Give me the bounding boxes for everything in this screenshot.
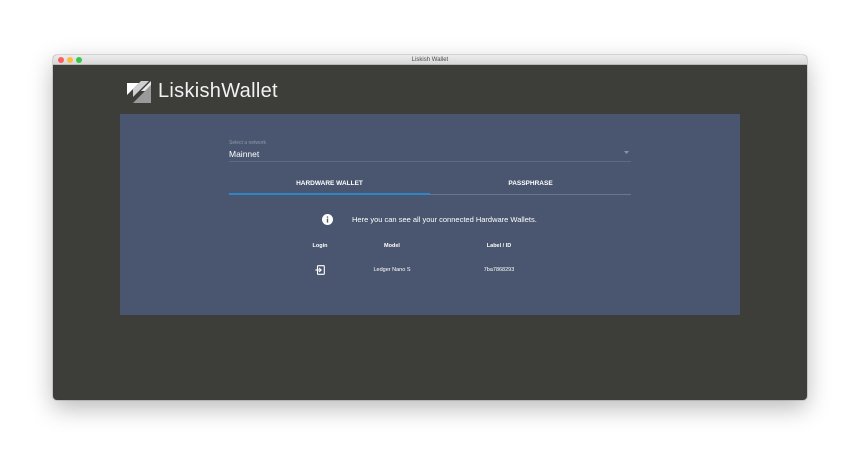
app-logo: LiskishWallet: [125, 77, 295, 105]
login-panel: Select a network Mainnet HARDWARE WALLET…: [120, 114, 740, 315]
network-select-label: Select a network: [229, 140, 266, 146]
hardware-info: Here you can see all your connected Hard…: [322, 214, 562, 226]
wallet-label-id: 7ba7868293: [483, 267, 515, 273]
chevron-down-icon: [624, 151, 629, 154]
network-select[interactable]: Select a network Mainnet: [229, 140, 631, 162]
tab-hardware-wallet[interactable]: HARDWARE WALLET: [229, 178, 430, 194]
brand-name: LiskishWallet: [158, 80, 278, 102]
login-tabs: HARDWARE WALLET PASSPHRASE: [229, 178, 631, 195]
window-title: Liskish Wallet: [411, 57, 449, 63]
app-window: Liskish Wallet LiskishWallet Select a ne…: [53, 55, 807, 400]
column-header-label-id: Label / ID: [486, 243, 512, 249]
title-bar: Liskish Wallet: [53, 55, 807, 65]
column-header-login: Login: [312, 243, 328, 249]
info-icon: [322, 214, 333, 225]
active-tab-indicator: [229, 193, 430, 195]
tab-passphrase[interactable]: PASSPHRASE: [430, 178, 631, 194]
wallet-model: Ledger Nano S: [373, 267, 411, 273]
liskish-logo-icon: [127, 81, 151, 103]
info-message: Here you can see all your connected Hard…: [352, 215, 537, 224]
column-header-model: Model: [384, 243, 400, 249]
network-select-value: Mainnet: [229, 149, 260, 159]
login-icon[interactable]: [315, 265, 325, 275]
